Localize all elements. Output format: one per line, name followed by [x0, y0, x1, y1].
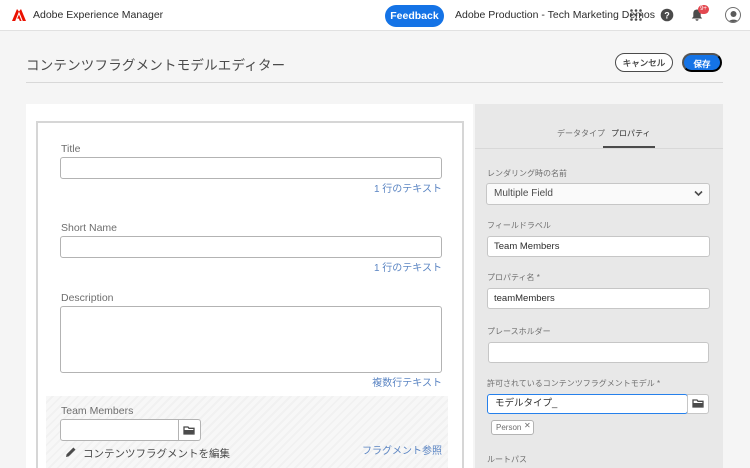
title-field[interactable] [60, 157, 442, 179]
folder-icon [183, 426, 195, 435]
user-avatar[interactable] [725, 7, 741, 23]
short-name-field[interactable] [60, 236, 442, 258]
field-label-short-name: Short Name [61, 222, 118, 234]
browse-models-button[interactable] [687, 394, 709, 414]
cancel-button[interactable]: キャンセル [615, 53, 673, 72]
help-icon[interactable]: ? [660, 8, 674, 22]
field-type-description: 複数行テキスト [372, 378, 442, 389]
page-title: コンテンツフラグメントモデルエディター [26, 58, 286, 73]
placeholder-label: プレースホルダー [487, 327, 551, 336]
edit-content-fragment-link[interactable]: コンテンツフラグメントを編集 [83, 446, 230, 461]
folder-icon [692, 399, 704, 408]
property-name-label: プロパティ名 * [487, 273, 540, 282]
allowed-models-input[interactable]: モデルタイプ_ [487, 394, 688, 414]
render-as-label: レンダリング時の名前 [487, 169, 567, 178]
svg-text:?: ? [664, 10, 670, 20]
placeholder-input[interactable] [488, 342, 709, 363]
allowed-models-label: 許可されているコンテンツフラグメントモデル * [487, 379, 661, 388]
tabs-divider [475, 148, 723, 149]
field-label-label: フィールドラベル [487, 221, 551, 230]
pencil-icon [66, 447, 76, 457]
root-path-label: ルートパス [487, 455, 527, 464]
app-title[interactable]: Adobe Experience Manager [33, 9, 163, 21]
allowed-model-tag-label: Person [496, 423, 522, 432]
browse-fragment-button[interactable] [179, 419, 201, 441]
field-label-input[interactable]: Team Members [487, 236, 710, 257]
field-label-title: Title [61, 143, 81, 155]
notification-count-badge: 9+ [698, 5, 709, 14]
tab-properties[interactable]: プロパティ [611, 128, 651, 139]
property-name-input[interactable]: teamMembers [487, 288, 710, 309]
user-avatar-icon [728, 11, 739, 22]
app-grid-icon[interactable] [629, 8, 643, 22]
field-label-description: Description [61, 292, 114, 304]
adobe-logo-icon [12, 9, 26, 21]
feedback-button[interactable]: Feedback [385, 5, 444, 27]
save-button[interactable]: 保存 [682, 53, 722, 72]
render-as-select[interactable]: Multiple Field [486, 183, 710, 205]
header-divider [26, 82, 723, 83]
field-type-short-name: 1 行のテキスト [373, 263, 442, 274]
field-label-team-members: Team Members [61, 405, 134, 417]
chevron-down-icon [694, 190, 703, 197]
field-type-title: 1 行のテキスト [373, 184, 442, 195]
field-type-team-members: フラグメント参照 [362, 446, 442, 457]
top-bar: Adobe Experience Manager Feedback Adobe … [0, 0, 750, 31]
org-switcher[interactable]: Adobe Production - Tech Marketing Demos [455, 9, 655, 21]
remove-tag-close-icon[interactable]: ✕ [524, 421, 531, 430]
description-field[interactable] [60, 306, 442, 373]
team-members-input[interactable] [60, 419, 179, 441]
tab-data-types[interactable]: データタイプ [557, 128, 605, 139]
